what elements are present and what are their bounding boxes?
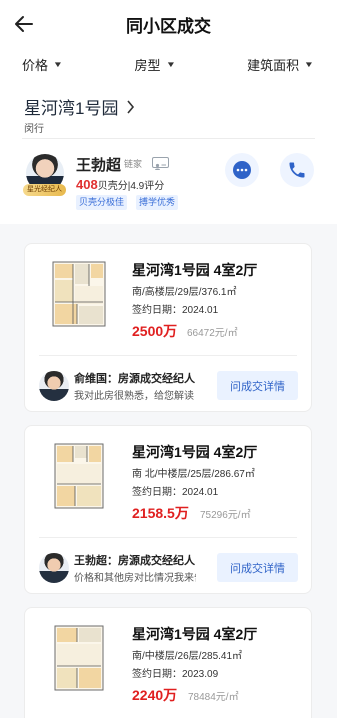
filter-area[interactable]: 建筑面积 ▼ (247, 55, 315, 74)
community-name: 星河湾1号园 (24, 99, 119, 118)
community-link[interactable]: 星河湾1号园 (24, 94, 135, 119)
reviewer-avatar (39, 371, 69, 401)
chevron-right-icon (127, 99, 135, 114)
reviewer-name: 俞维国：房源成交经纪人 (74, 373, 195, 385)
caret-down-icon: ▼ (303, 59, 315, 69)
agent-tag: 搏学优秀 (136, 195, 179, 210)
divider (22, 138, 315, 139)
agent-brand: 链家 (124, 159, 143, 169)
reviewer-comment: 我对此房很熟悉，给您解读 (74, 391, 194, 402)
caret-down-icon: ▼ (165, 59, 176, 69)
deal-date: 签约日期：2023.09 (132, 669, 219, 680)
deal-card[interactable]: 星河湾1号园 4室2厅 南/中楼层/26层/285.41㎡ 签约日期：2023.… (24, 607, 312, 718)
filter-bar: 价格 ▼ 房型 ▼ 建筑面积 ▼ (0, 48, 337, 80)
deal-meta: 南/中楼层/26层/285.41㎡ (132, 651, 243, 662)
back-arrow-icon[interactable] (12, 12, 36, 36)
chat-button[interactable] (225, 153, 259, 187)
deal-title: 星河湾1号园 4室2厅 (132, 626, 258, 642)
deal-date: 签约日期：2024.01 (132, 305, 219, 316)
deal-title: 星河湾1号园 4室2厅 (132, 262, 258, 278)
deal-price: 2500万 (132, 323, 178, 339)
reviewer-comment: 价格和其他房对比情况我来告诉您 (74, 573, 196, 584)
deal-price: 2240万 (132, 687, 178, 703)
id-card-icon (152, 157, 169, 170)
filter-layout-label: 房型 (134, 57, 161, 73)
deal-card[interactable]: 星河湾1号园 4室2厅 南 北/中楼层/25层/286.67㎡ 签约日期：202… (24, 425, 312, 594)
agent-score-label: 贝壳分 (97, 181, 128, 192)
ask-deal-details-button[interactable]: 问成交详情 (217, 371, 298, 400)
reviewer-name: 王勃超：房源成交经纪人 (74, 555, 195, 567)
deal-card[interactable]: 星河湾1号园 4室2厅 南/高楼层/29层/376.1㎡ 签约日期：2024.0… (24, 243, 312, 412)
deal-date: 签约日期：2024.01 (132, 487, 219, 498)
agent-name: 王勃超 (76, 157, 122, 174)
filter-layout[interactable]: 房型 ▼ (134, 55, 176, 74)
filter-area-label: 建筑面积 (247, 57, 300, 73)
agent-tag: 贝壳分极佳 (76, 195, 128, 210)
filter-price[interactable]: 价格 ▼ (22, 55, 64, 74)
reviewer-avatar (39, 553, 69, 583)
caret-down-icon: ▼ (52, 59, 64, 69)
divider (39, 537, 297, 538)
filter-price-label: 价格 (22, 57, 49, 73)
phone-icon (289, 162, 305, 178)
deal-unit-price: 66472元/㎡ (187, 328, 238, 339)
floor-plan-image (52, 261, 106, 327)
deal-meta: 南 北/中楼层/25层/286.67㎡ (132, 469, 255, 480)
deal-meta: 南/高楼层/29层/376.1㎡ (132, 287, 237, 298)
call-button[interactable] (280, 153, 314, 187)
floor-plan-image (54, 625, 104, 691)
agent-score: 408贝壳分|4.9评分 (76, 177, 164, 192)
ask-deal-details-button[interactable]: 问成交详情 (217, 553, 298, 582)
agent-level-badge: 星光经纪人 (23, 184, 66, 196)
agent-score-value: 408 (76, 177, 98, 192)
divider (39, 355, 297, 356)
deal-unit-price: 78484元/㎡ (188, 692, 239, 703)
floor-plan-image (54, 443, 104, 509)
page-title: 同小区成交 (126, 16, 211, 36)
deal-unit-price: 75296元/㎡ (200, 510, 251, 521)
top-bar: 同小区成交 (0, 0, 337, 48)
deal-title: 星河湾1号园 4室2厅 (132, 444, 258, 460)
agent-rating: 4.9评分 (130, 181, 165, 192)
district-label: 闵行 (24, 124, 44, 135)
chat-bubble-icon (233, 161, 251, 179)
deal-price: 2158.5万 (132, 505, 189, 521)
